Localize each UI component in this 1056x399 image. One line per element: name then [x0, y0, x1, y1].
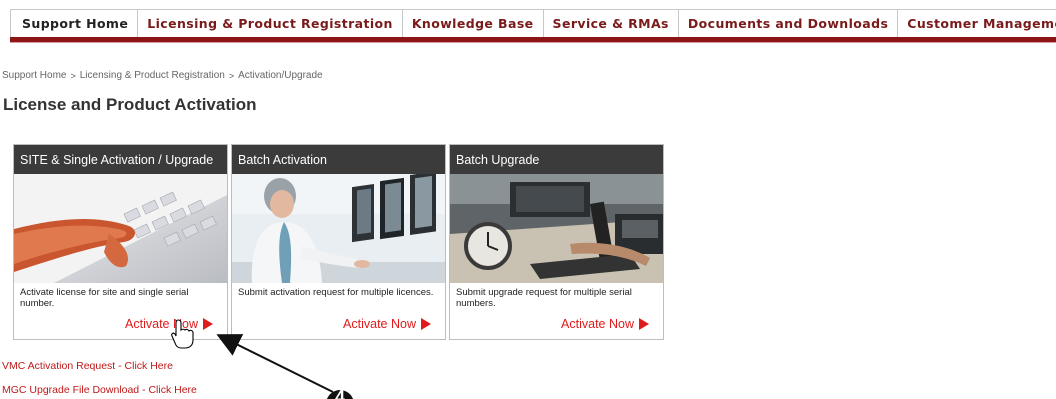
step-number: 4: [335, 387, 345, 399]
callout-arrow-icon: [216, 334, 334, 393]
hand-pointer-cursor-icon: [171, 319, 194, 349]
annotation-overlay: 4: [171, 319, 354, 399]
